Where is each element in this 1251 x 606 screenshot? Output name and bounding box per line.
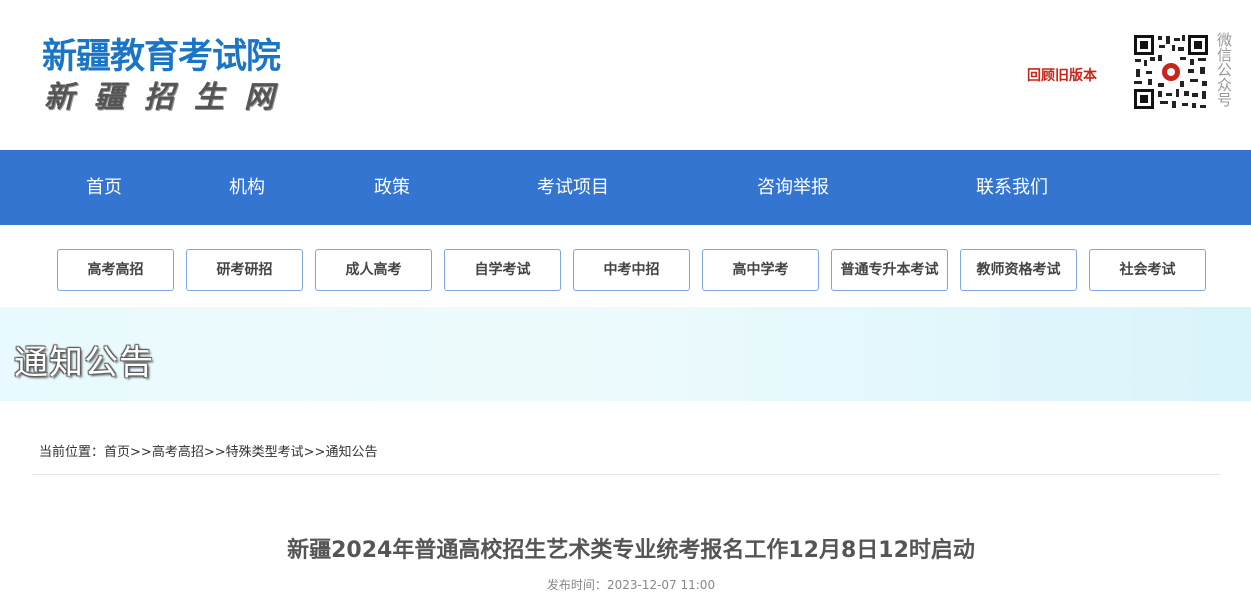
breadcrumb: 当前位置：首页>>高考高招>>特殊类型考试>>通知公告 (39, 441, 377, 460)
category-button-adult[interactable]: 成人高考 (315, 249, 432, 291)
category-button-zhongkao[interactable]: 中考中招 (573, 249, 690, 291)
category-button-teacher[interactable]: 教师资格考试 (960, 249, 1077, 291)
nav-item-exam-projects[interactable]: 考试项目 (537, 150, 609, 225)
breadcrumb-separator: >> (130, 445, 152, 460)
breadcrumb-item-notice[interactable]: 通知公告 (325, 445, 377, 460)
nav-item-contact[interactable]: 联系我们 (976, 150, 1048, 225)
nav-item-organization[interactable]: 机构 (229, 150, 265, 225)
banner-title: 通知公告 (14, 343, 154, 383)
qr-code-icon (1132, 33, 1210, 111)
category-nav: 高考高招 研考研招 成人高考 自学考试 中考中招 高中学考 普通专升本考试 教师… (0, 225, 1251, 307)
category-button-upgrade[interactable]: 普通专升本考试 (831, 249, 948, 291)
old-version-link[interactable]: 回顾旧版本 (1027, 65, 1097, 85)
main-nav: 首页 机构 政策 考试项目 咨询举报 联系我们 (0, 150, 1251, 225)
date-label: 发布时间： (546, 578, 607, 592)
nav-item-home[interactable]: 首页 (86, 150, 122, 225)
section-banner: 通知公告 (0, 307, 1251, 401)
article-date: 发布时间：2023-12-07 11:00 (0, 576, 1251, 593)
article-title: 新疆2024年普通高校招生艺术类专业统考报名工作12月8日12时启动 (287, 538, 975, 563)
site-header: 新疆教育考试院 新疆招生网 回顾旧版本 微信公众号 (0, 0, 1251, 150)
nav-item-policy[interactable]: 政策 (374, 150, 410, 225)
breadcrumb-separator: >> (203, 445, 226, 460)
breadcrumb-item-special-exam[interactable]: 特殊类型考试 (226, 445, 304, 460)
category-button-self-study[interactable]: 自学考试 (444, 249, 561, 291)
date-value: 2023-12-07 11:00 (606, 578, 716, 592)
breadcrumb-item-gaokao[interactable]: 高考高招 (152, 445, 204, 460)
category-button-high-school[interactable]: 高中学考 (702, 249, 819, 291)
category-button-social[interactable]: 社会考试 (1089, 249, 1206, 291)
category-button-graduate[interactable]: 研考研招 (186, 249, 303, 291)
nav-item-consult-report[interactable]: 咨询举报 (757, 150, 829, 225)
divider (32, 474, 1220, 475)
breadcrumb-prefix: 当前位置： (39, 445, 105, 460)
qr-caption: 微信公众号 (1215, 32, 1233, 107)
category-button-gaokao[interactable]: 高考高招 (57, 249, 174, 291)
breadcrumb-item-home[interactable]: 首页 (104, 445, 130, 460)
logo-subtitle[interactable]: 新疆招生网 (44, 72, 294, 116)
breadcrumb-separator: >> (303, 445, 326, 460)
